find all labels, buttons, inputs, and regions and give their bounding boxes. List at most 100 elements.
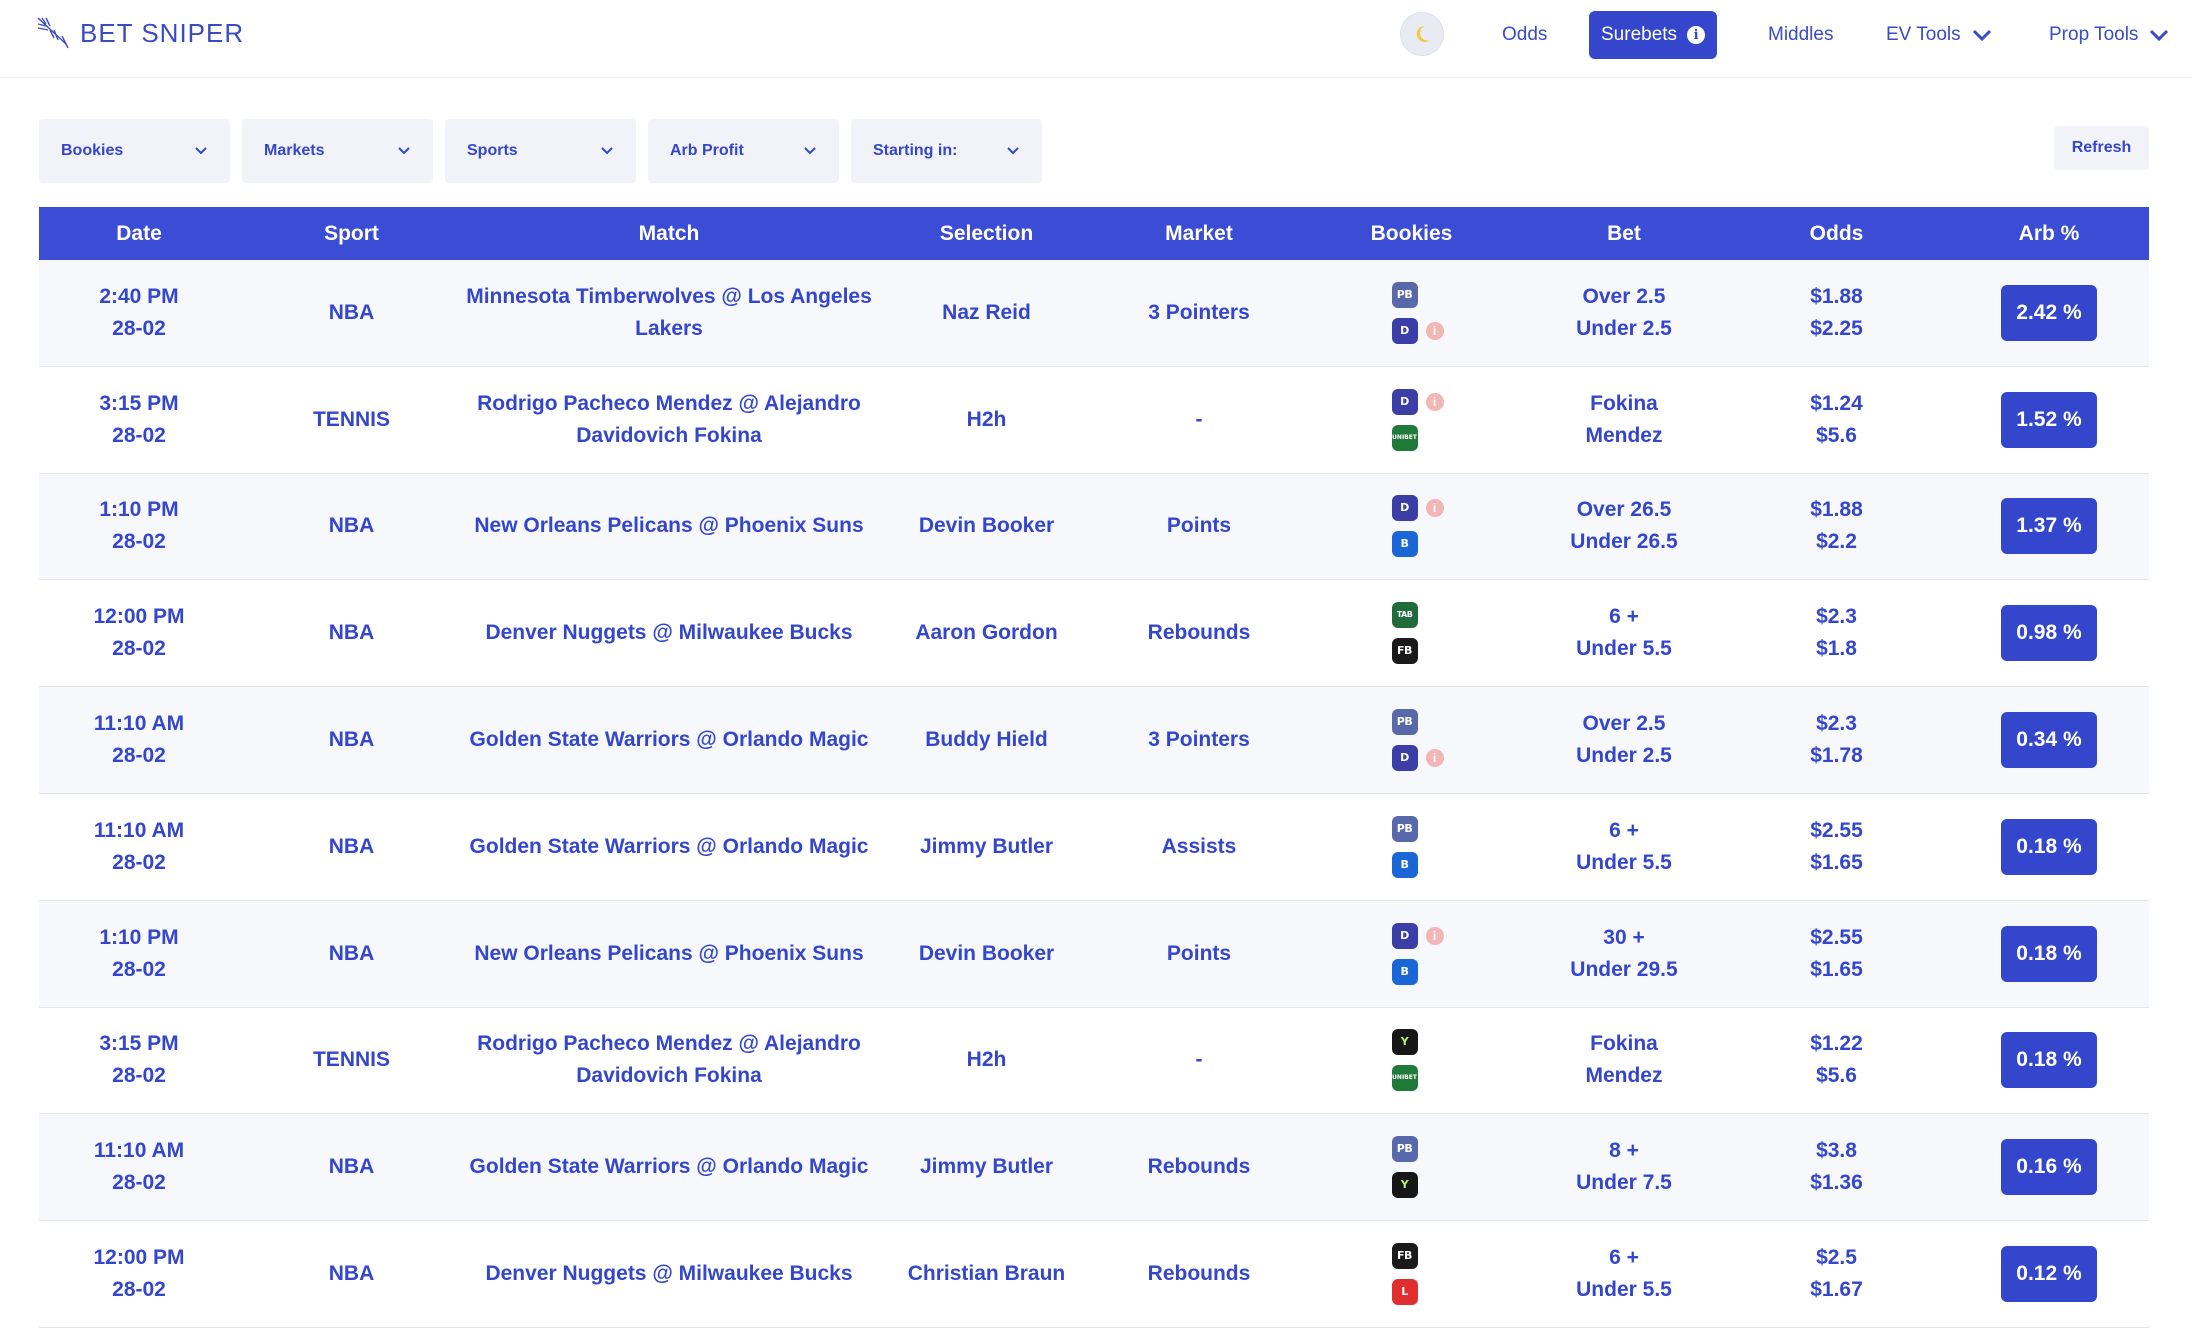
table-row[interactable]: 12:00 PM 28-02 NBA Denver Nuggets @ Milwa… [39,1221,2149,1328]
table-row[interactable]: 3:15 PM 28-02 TENNIS Rodrigo Pacheco Mend… [39,367,2149,474]
draftkings-logo-icon[interactable]: D [1391,745,1418,772]
warning-info-icon[interactable]: i [1425,926,1444,945]
match-cell[interactable]: Rodrigo Pacheco Mendez @ Alejandro David… [464,388,874,452]
draftkings-logo-icon[interactable]: D [1391,922,1418,949]
pb-logo-icon[interactable]: PB [1391,815,1418,842]
nav-ev-tools[interactable]: EV Tools [1874,11,2005,59]
bet-line-2: Under 2.5 [1576,316,1672,340]
bet-line-1: Fokina [1590,1032,1658,1056]
starting-in-filter-label: Starting in: [873,142,958,159]
sport-cell: NBA [328,1262,375,1286]
nav-prop-tools[interactable]: Prop Tools [2037,11,2182,59]
betr-logo-icon[interactable]: B [1391,958,1418,985]
header-bookies[interactable]: Bookies [1299,218,1524,250]
info-icon[interactable]: i [1687,26,1706,44]
arb-percent-button[interactable]: 0.16 % [2001,1139,2097,1196]
header-selection[interactable]: Selection [874,218,1099,250]
draftkings-logo-icon[interactable]: D [1391,317,1418,344]
table-row[interactable]: 3:15 PM 28-02 TENNIS Rodrigo Pacheco Mend… [39,1008,2149,1115]
arb-percent-button[interactable]: 1.52 % [2001,391,2097,448]
arb-percent-button[interactable]: 0.18 % [2001,818,2097,875]
arb-percent-button[interactable]: 0.12 % [2001,1246,2097,1303]
unibet-logo-icon[interactable]: UNIBET [1391,424,1418,451]
arb-profit-filter-dropdown[interactable]: Arb Profit [648,119,839,183]
draftkings-logo-icon[interactable]: D [1391,495,1418,522]
odds-cell: $1.88 $2.25 [1724,281,1949,345]
table-row[interactable]: 1:10 PM 28-02 NBA New Orleans Pelicans @ … [39,900,2149,1008]
betr-logo-icon[interactable]: B [1391,851,1418,878]
bookies-cell: TAB FB [1299,602,1524,665]
starting-in-filter-dropdown[interactable]: Starting in: [851,119,1042,183]
tab-logo-icon[interactable]: TAB [1391,602,1418,629]
header-date[interactable]: Date [39,218,239,250]
markets-filter-dropdown[interactable]: Markets [242,119,433,183]
bet-line-2: Under 5.5 [1576,637,1672,661]
sport-cell: TENNIS [312,407,390,431]
bookies-cell: FB L [1299,1243,1524,1306]
pb-logo-icon[interactable]: PB [1391,709,1418,736]
table-row[interactable]: 11:10 AM 28-02 NBA Golden State Warriors … [39,794,2149,901]
match-cell[interactable]: Denver Nuggets @ Milwaukee Bucks [464,617,874,649]
match-cell[interactable]: Golden State Warriors @ Orlando Magic [464,1151,874,1183]
warning-info-icon[interactable]: i [1425,392,1444,411]
time-text: 2:40 PM [99,284,179,308]
bet-line-1: 6 + [1609,1246,1639,1270]
pb-logo-icon[interactable]: PB [1391,1136,1418,1163]
nav-middles[interactable]: Middles [1756,11,1845,59]
draftkings-logo-icon[interactable]: D [1391,388,1418,415]
match-cell[interactable]: Rodrigo Pacheco Mendez @ Alejandro David… [464,1028,874,1092]
fb-logo-icon[interactable]: FB [1391,1243,1418,1270]
sports-filter-dropdown[interactable]: Sports [445,119,636,183]
bet-line-1: 8 + [1609,1139,1639,1163]
table-row[interactable]: 11:10 AM 28-02 NBA Golden State Warriors … [39,1114,2149,1222]
fb-logo-icon[interactable]: FB [1391,638,1418,665]
arb-percent-button[interactable]: 2.42 % [2001,284,2097,341]
arb-percent-button[interactable]: 0.18 % [2001,1032,2097,1089]
date-cell: 2:40 PM 28-02 [39,281,239,345]
warning-info-icon[interactable]: i [1425,499,1444,518]
refresh-button[interactable]: Refresh [2054,126,2149,170]
bookies-filter-dropdown[interactable]: Bookies [39,119,230,183]
betr-logo-icon[interactable]: B [1391,531,1418,558]
nav-surebets[interactable]: Surebets i [1589,11,1718,59]
odds-cell: $2.3 $1.8 [1724,601,1949,665]
header-market[interactable]: Market [1099,218,1299,250]
date-cell: 1:10 PM 28-02 [39,922,239,986]
header-bet[interactable]: Bet [1524,218,1724,250]
header-sport[interactable]: Sport [239,218,464,250]
theme-toggle-button[interactable] [1400,12,1444,56]
table-row[interactable]: 11:10 AM 28-02 NBA Golden State Warriors … [39,687,2149,794]
arb-percent-button[interactable]: 0.98 % [2001,605,2097,662]
chevron-down-icon [804,147,816,155]
time-text: 1:10 PM [99,925,179,949]
match-cell[interactable]: Denver Nuggets @ Milwaukee Bucks [464,1258,874,1290]
brand-logo[interactable]: BET SNIPER [36,16,244,50]
match-cell[interactable]: New Orleans Pelicans @ Phoenix Suns [464,510,874,542]
table-row[interactable]: 2:40 PM 28-02 NBA Minnesota Timberwolves … [39,260,2149,367]
chevron-down-icon [195,147,207,155]
table-row[interactable]: 1:10 PM 28-02 NBA New Orleans Pelicans @ … [39,473,2149,581]
unibet-logo-icon[interactable]: UNIBET [1391,1065,1418,1092]
header-arb[interactable]: Arb % [1949,218,2149,250]
arb-percent-button[interactable]: 0.34 % [2001,712,2097,769]
bet-line-2: Under 5.5 [1576,850,1672,874]
warning-info-icon[interactable]: i [1425,749,1444,768]
header-odds[interactable]: Odds [1724,218,1949,250]
table-row[interactable]: 12:00 PM 28-02 NBA Denver Nuggets @ Milwa… [39,580,2149,688]
sport-cell: NBA [328,300,375,324]
match-cell[interactable]: Golden State Warriors @ Orlando Magic [464,724,874,756]
y-logo-icon[interactable]: Y [1391,1172,1418,1199]
arb-percent-button[interactable]: 1.37 % [2001,498,2097,555]
nav-odds[interactable]: Odds [1490,11,1559,59]
header-match[interactable]: Match [464,218,874,250]
pb-logo-icon[interactable]: PB [1391,281,1418,308]
match-cell[interactable]: Minnesota Timberwolves @ Los Angeles Lak… [464,281,874,345]
match-cell[interactable]: New Orleans Pelicans @ Phoenix Suns [464,938,874,970]
arb-percent-button[interactable]: 0.18 % [2001,925,2097,982]
match-cell[interactable]: Golden State Warriors @ Orlando Magic [464,831,874,863]
ladbrokes-logo-icon[interactable]: L [1391,1279,1418,1306]
y-logo-icon[interactable]: Y [1391,1029,1418,1056]
day-text: 28-02 [112,744,166,768]
warning-info-icon[interactable]: i [1425,321,1444,340]
odds-line-1: $1.24 [1810,391,1863,415]
